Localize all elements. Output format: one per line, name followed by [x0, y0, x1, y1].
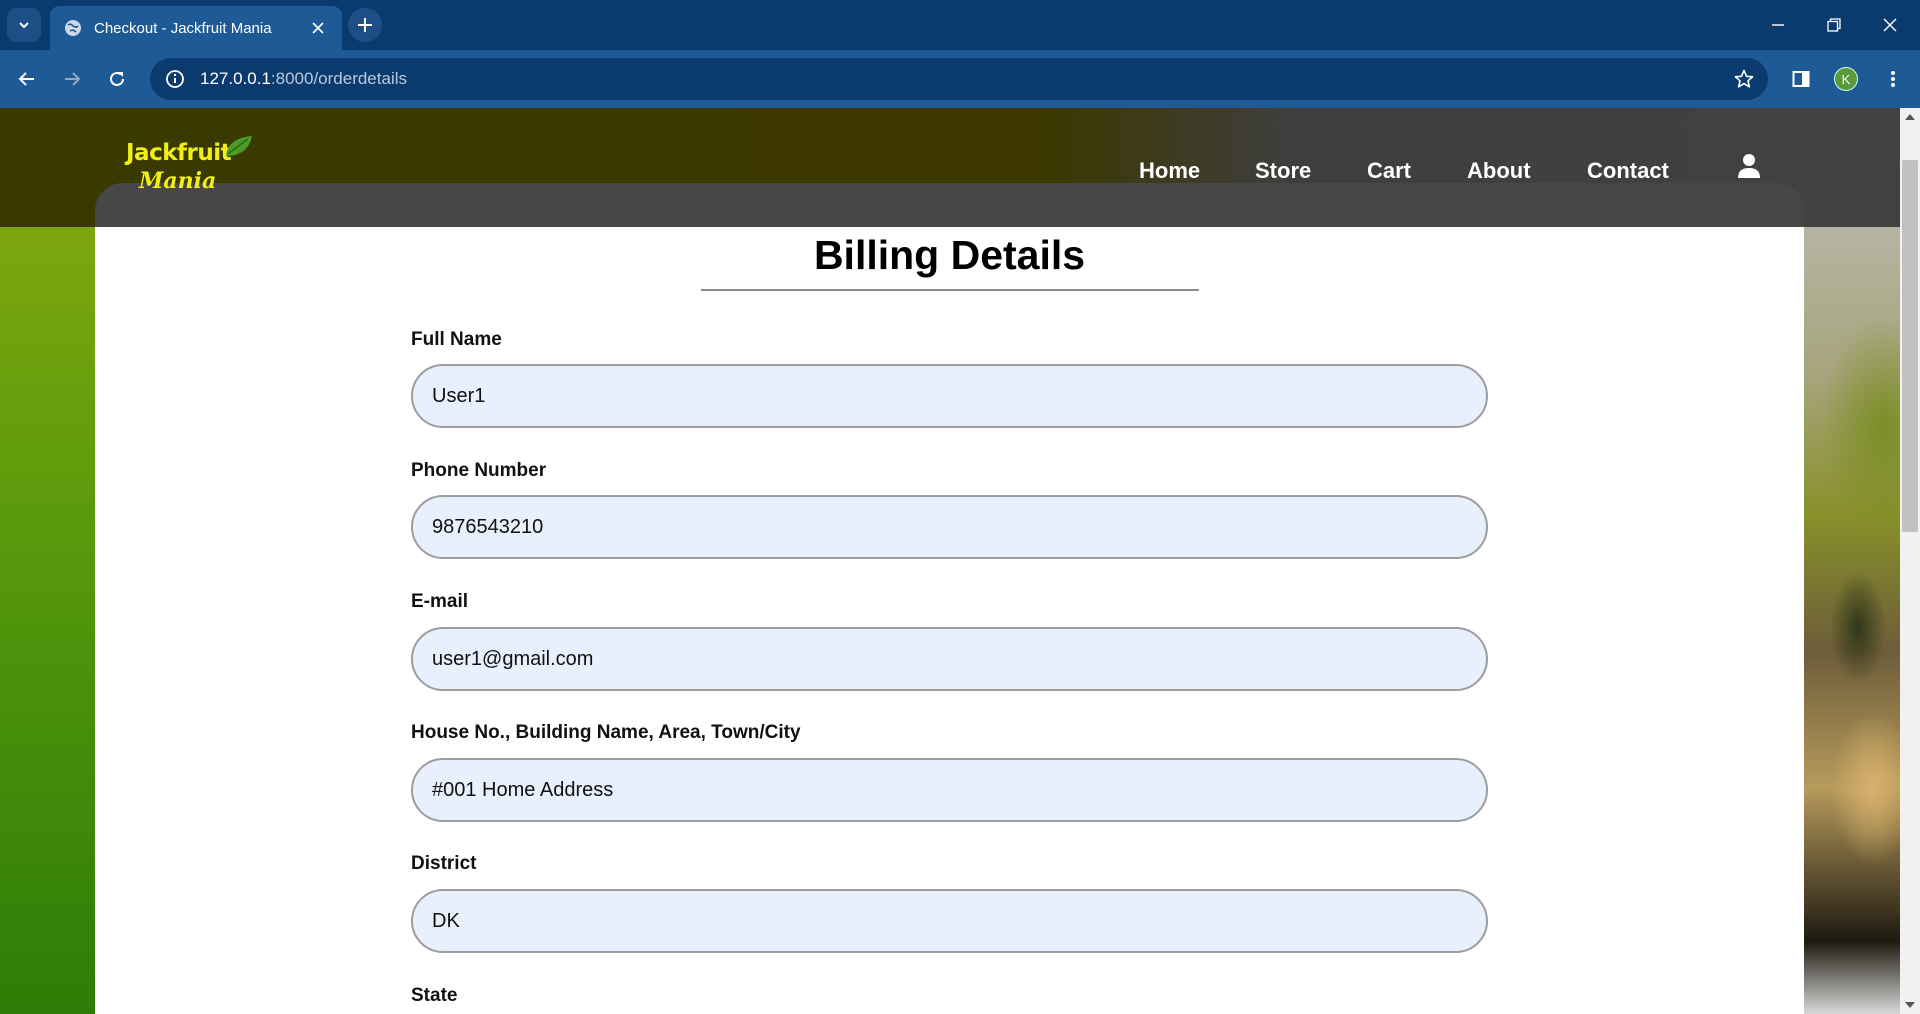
site-logo[interactable]: Jackfruit Mania	[126, 134, 256, 204]
scroll-thumb[interactable]	[1902, 160, 1918, 532]
browser-tabstrip: Checkout - Jackfruit Mania	[0, 0, 1920, 50]
email-label: E-mail	[411, 591, 469, 612]
info-icon	[166, 70, 184, 88]
nav-cart[interactable]: Cart	[1367, 158, 1411, 184]
profile-avatar[interactable]: K	[1834, 67, 1858, 91]
tab-title: Checkout - Jackfruit Mania	[94, 19, 272, 37]
background-right	[1803, 108, 1900, 1014]
url-path: :8000/orderdetails	[270, 69, 407, 88]
email-input[interactable]	[411, 627, 1488, 691]
url-host: 127.0.0.1	[200, 69, 271, 88]
nav-contact[interactable]: Contact	[1587, 158, 1669, 184]
nav-store[interactable]: Store	[1255, 158, 1311, 184]
header-card-edge	[95, 183, 1804, 233]
phone-number-label: Phone Number	[411, 460, 547, 481]
address-bar[interactable]: 127.0.0.1:8000/orderdetails	[150, 58, 1768, 100]
full-name-label: Full Name	[411, 329, 502, 350]
plus-icon	[358, 18, 372, 32]
globe-icon	[64, 19, 82, 37]
title-divider	[701, 289, 1199, 291]
forward-button[interactable]	[52, 59, 92, 99]
new-tab-button[interactable]	[348, 8, 382, 42]
full-name-input[interactable]	[411, 364, 1488, 428]
back-button[interactable]	[7, 59, 47, 99]
browser-toolbar: 127.0.0.1:8000/orderdetails K	[0, 50, 1920, 108]
sidebar-icon	[1792, 71, 1810, 87]
state-label: State	[411, 985, 458, 1006]
tab-search-button[interactable]	[7, 8, 41, 42]
page-viewport: Jackfruit Mania Home Store Cart About Co…	[0, 108, 1920, 1014]
url-text: 127.0.0.1:8000/orderdetails	[200, 69, 407, 89]
nav-home[interactable]: Home	[1139, 158, 1200, 184]
phone-number-input[interactable]	[411, 495, 1488, 559]
back-icon	[18, 72, 34, 86]
page-title: Billing Details	[813, 232, 1086, 278]
reload-button[interactable]	[97, 59, 137, 99]
window-close-button[interactable]	[1862, 0, 1918, 50]
page-scrollbar[interactable]	[1900, 108, 1920, 1014]
scroll-down-arrow[interactable]	[1905, 1002, 1915, 1008]
address-input[interactable]	[411, 758, 1488, 822]
address-label: House No., Building Name, Area, Town/Cit…	[411, 722, 801, 743]
star-icon	[1734, 69, 1754, 88]
close-icon	[1883, 18, 1897, 32]
nav-about[interactable]: About	[1467, 158, 1531, 184]
background-left	[0, 108, 96, 1014]
kebab-menu-icon	[1891, 71, 1895, 87]
leaf-icon	[226, 136, 252, 156]
site-info-button[interactable]	[154, 58, 196, 100]
minimize-icon	[1772, 24, 1784, 26]
logo-text-line1: Jackfruit	[126, 140, 232, 166]
tab-search-icon	[19, 22, 29, 29]
browser-menu-button[interactable]	[1873, 59, 1913, 99]
bookmark-button[interactable]	[1732, 67, 1756, 91]
district-label: District	[411, 853, 477, 874]
side-panel-button[interactable]	[1781, 59, 1821, 99]
browser-tab-active[interactable]: Checkout - Jackfruit Mania	[50, 6, 342, 50]
restore-button[interactable]	[1806, 0, 1862, 50]
minimize-button[interactable]	[1750, 0, 1806, 50]
forward-icon	[65, 72, 81, 86]
logo-text-line2: Mania	[139, 168, 217, 194]
restore-icon	[1827, 18, 1841, 32]
close-icon	[312, 22, 324, 34]
reload-icon	[110, 71, 124, 86]
user-icon[interactable]	[1737, 153, 1761, 179]
scroll-up-arrow[interactable]	[1905, 114, 1915, 120]
tab-close-button[interactable]	[308, 18, 328, 38]
district-input[interactable]	[411, 889, 1488, 953]
